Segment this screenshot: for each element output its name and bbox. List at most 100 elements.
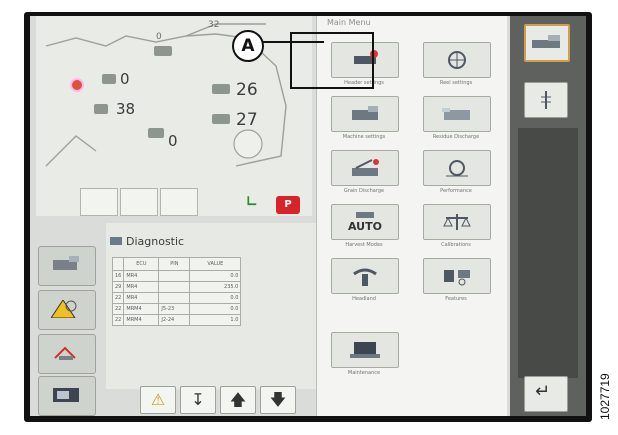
cell: MRM4 — [123, 314, 160, 326]
cell: J2-24 — [158, 314, 191, 326]
right-rail: ↵ — [510, 16, 586, 416]
arrow-up-icon: 🡅 — [229, 390, 247, 409]
table-row[interactable]: 22 MR4 0.0 — [111, 292, 242, 304]
list-down-icon: ↧ — [191, 390, 205, 409]
cell: J5-23 — [158, 303, 191, 315]
tile-residue-discharge[interactable] — [423, 96, 491, 132]
rail-empty-area — [518, 128, 578, 378]
rotor-icon — [212, 114, 230, 124]
diagnostic-panel: Diagnostic ECU PIN VALUE 16 MR4 0.0 29 MR4 2… — [106, 223, 316, 389]
diagnostic-title: Diagnostic — [126, 235, 185, 248]
laptop-icon — [350, 342, 380, 358]
cell — [158, 270, 191, 282]
operator-icon — [54, 346, 76, 360]
cell: 16 — [111, 270, 125, 282]
col-header: PIN — [158, 257, 191, 271]
tile-reel-settings[interactable] — [423, 42, 491, 78]
cell: MR4 — [123, 281, 160, 293]
tile-label: Machine settings — [342, 134, 386, 140]
table-row[interactable]: 22 MRM4 J5-23 0.0 — [111, 303, 242, 315]
auto-label: AUTO — [348, 220, 382, 233]
sidebar-operator-button[interactable] — [38, 334, 96, 374]
table-row[interactable]: 22 MRM4 J2-24 1.0 — [111, 314, 242, 326]
tile-features[interactable] — [423, 258, 491, 294]
shortcut-slot-1[interactable] — [80, 188, 118, 216]
tile-machine-settings[interactable] — [331, 96, 399, 132]
cell: 29 — [111, 281, 125, 293]
sidebar-display-button[interactable] — [38, 376, 96, 416]
warning-triangle-icon — [51, 300, 77, 318]
tank-label: 0 — [156, 32, 162, 42]
diagnostic-icon — [110, 237, 122, 245]
features-icon — [444, 270, 470, 286]
tile-maintenance[interactable] — [331, 332, 399, 368]
tile-label: Harvest Modes — [345, 242, 383, 248]
rotor-value: 27 — [236, 110, 258, 130]
rail-crop-button[interactable] — [524, 82, 568, 118]
tile-label: Reel settings — [439, 80, 473, 86]
warning-clock-icon: ⚠ — [150, 390, 166, 409]
list-down-button[interactable]: ↧ — [180, 386, 216, 414]
diagnostic-table: ECU PIN VALUE 16 MR4 0.0 29 MR4 235.0 22 MR4 0… — [111, 257, 242, 326]
sidebar-combine-button[interactable] — [38, 246, 96, 286]
tile-label: Headland — [352, 296, 376, 302]
cell: 22 — [111, 303, 125, 315]
cell: 22 — [111, 314, 125, 326]
machine-status-panel: 0 32 0 38 0 26 27 ∟ P — [36, 16, 312, 216]
speed-icon — [212, 84, 230, 94]
cell — [158, 281, 191, 293]
tile-grain-discharge[interactable] — [331, 150, 399, 186]
display-icon — [53, 388, 79, 402]
diagnostic-warning-button[interactable]: ⚠ — [140, 386, 176, 414]
headland-icon — [353, 268, 377, 286]
tile-performance[interactable] — [423, 150, 491, 186]
shortcut-slot-2[interactable] — [120, 188, 158, 216]
tile-label: Performance — [440, 188, 472, 194]
col-header — [111, 257, 125, 271]
col-header: VALUE — [189, 257, 242, 271]
shortcut-slot-3[interactable] — [160, 188, 198, 216]
loss-icon — [148, 128, 164, 138]
park-brake-indicator: P — [276, 196, 300, 214]
col-header: ECU — [123, 257, 160, 271]
bales-value: 0 — [120, 70, 130, 88]
tile-calibrations[interactable] — [423, 204, 491, 240]
main-menu-title: Main Menu — [327, 18, 371, 27]
table-row[interactable]: 29 MR4 235.0 — [111, 281, 242, 293]
cell — [158, 292, 191, 304]
cell: 0.0 — [189, 303, 242, 315]
rail-combine-button[interactable] — [524, 24, 570, 62]
table-header-row: ECU PIN VALUE — [111, 257, 242, 271]
temperature-value: 38 — [116, 100, 136, 118]
cell: 235.0 — [189, 281, 242, 293]
grain-discharge-icon — [352, 159, 379, 176]
scroll-down-button[interactable]: 🡇 — [260, 386, 296, 414]
cell: 1.0 — [189, 314, 242, 326]
scroll-up-button[interactable]: 🡅 — [220, 386, 256, 414]
reel-icon — [448, 51, 466, 69]
temperature-icon — [94, 104, 108, 114]
combine-icon — [352, 106, 378, 120]
bale-icon — [102, 74, 116, 84]
tile-headland[interactable] — [331, 258, 399, 294]
tile-label: Maintenance — [347, 370, 381, 376]
sidebar-warning-button[interactable] — [38, 290, 96, 330]
tile-harvest-modes[interactable]: AUTO — [331, 204, 399, 240]
callout-label: A — [232, 30, 264, 62]
cell: MRM4 — [123, 303, 160, 315]
header-speed: 32 — [208, 20, 220, 30]
warning-indicator — [70, 78, 84, 92]
back-button[interactable]: ↵ — [524, 376, 568, 412]
combine-icon — [532, 35, 560, 48]
tile-label: Grain Discharge — [343, 188, 385, 194]
scale-icon — [443, 214, 471, 230]
back-arrow-icon: ↵ — [535, 381, 551, 402]
tile-label: Residue Discharge — [432, 134, 480, 140]
loss-value: 0 — [168, 132, 178, 150]
tile-label: Calibrations — [441, 242, 471, 248]
combine-icon — [53, 256, 79, 270]
table-row[interactable]: 16 MR4 0.0 — [111, 270, 242, 282]
tank-icon — [154, 46, 172, 56]
residue-icon — [442, 108, 470, 120]
hydraulic-icon: ∟ — [246, 194, 258, 210]
